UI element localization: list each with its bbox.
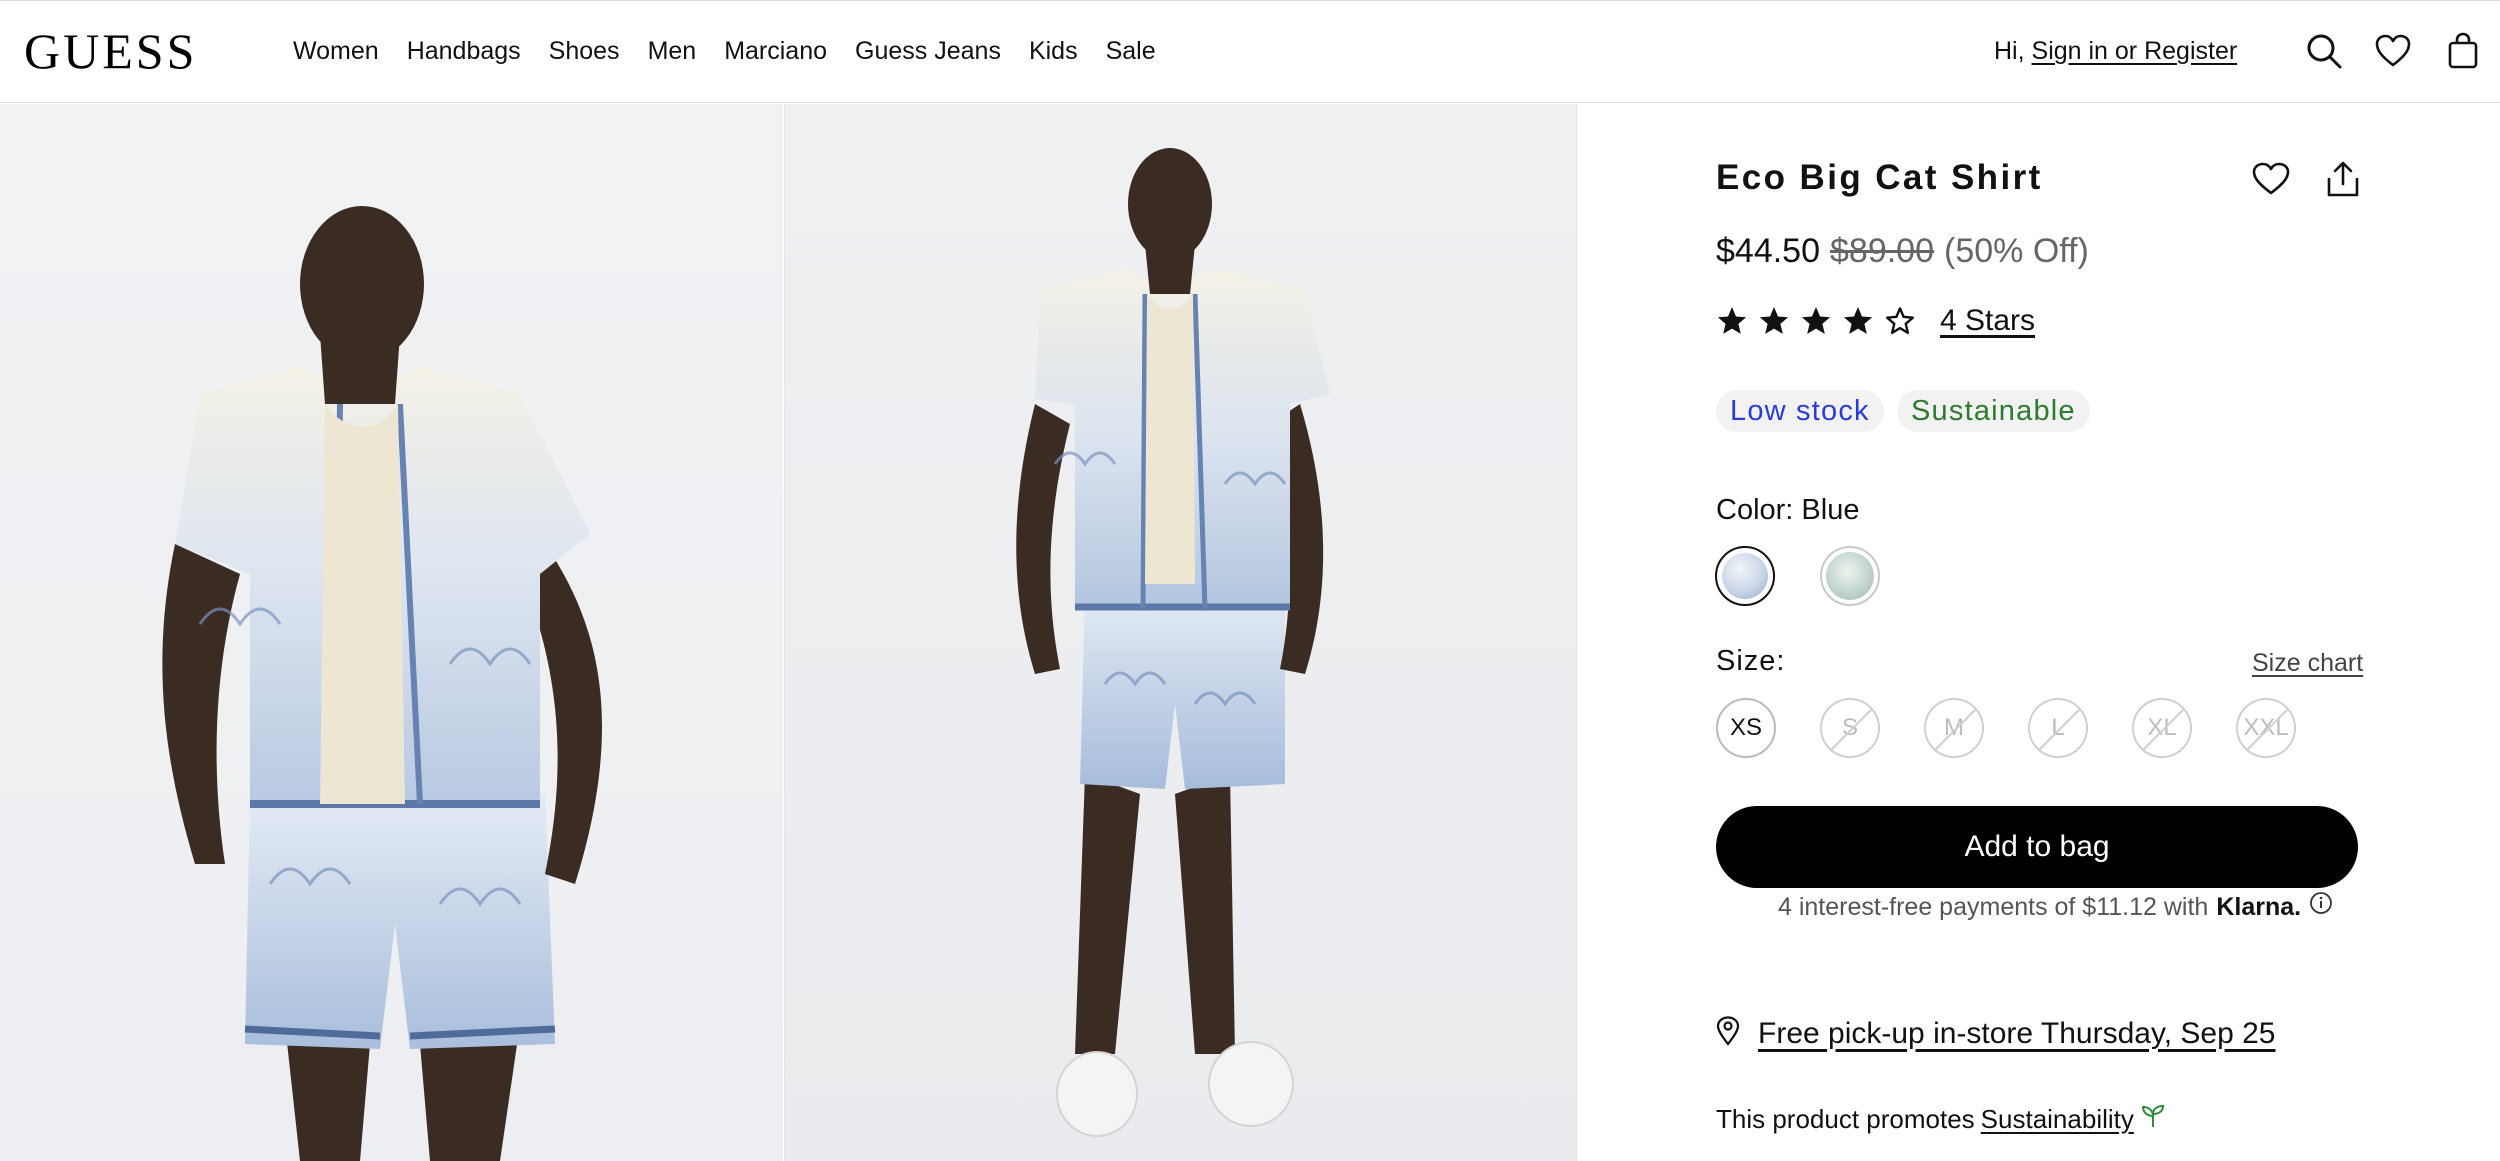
store-pickup-link[interactable]: Free pick-up in-store Thursday, Sep 25	[1758, 1017, 2275, 1051]
product-title: Eco Big Cat Shirt	[1716, 158, 2043, 197]
greeting-prefix: Hi,	[1994, 37, 2025, 65]
star-filled-icon	[1801, 307, 1831, 334]
nav-women[interactable]: Women	[293, 37, 379, 66]
nav-sale[interactable]: Sale	[1106, 37, 1156, 66]
sustainability-link[interactable]: Sustainability	[1981, 1104, 2134, 1135]
color-label: Color: Blue	[1716, 494, 1860, 526]
klarna-text: 4 interest-free payments of $11.12 with	[1778, 893, 2209, 921]
size-option-xs[interactable]: XS	[1716, 698, 1776, 758]
sign-in-link[interactable]: Sign in or Register	[2032, 37, 2238, 65]
site-header: GUESS Women Handbags Shoes Men Marciano …	[0, 0, 2500, 103]
store-pickup-row: Free pick-up in-store Thursday, Sep 25	[1716, 1016, 2275, 1051]
low-stock-badge: Low stock	[1716, 390, 1884, 432]
guess-logo[interactable]: GUESS	[24, 23, 197, 79]
size-option-l[interactable]: L	[2028, 698, 2088, 758]
location-pin-icon	[1716, 1016, 1740, 1051]
rating-row: 4 Stars	[1716, 304, 2035, 338]
nav-shoes[interactable]: Shoes	[549, 37, 620, 66]
star-filled-icon	[1717, 307, 1747, 334]
star-filled-icon	[1843, 307, 1873, 334]
add-to-bag-button[interactable]: Add to bag	[1716, 806, 2358, 888]
discount-label: (50% Off)	[1944, 232, 2089, 270]
bag-icon[interactable]	[2443, 31, 2483, 71]
sprout-icon	[2140, 1103, 2166, 1136]
klarna-message: 4 interest-free payments of $11.12 with …	[1778, 890, 2333, 924]
nav-marciano[interactable]: Marciano	[724, 37, 827, 66]
main-nav: Women Handbags Shoes Men Marciano Guess …	[293, 31, 1184, 71]
star-filled-icon	[1759, 307, 1789, 334]
info-icon[interactable]	[2309, 890, 2333, 924]
full-length-photo[interactable]	[784, 104, 1577, 1161]
front-view-photo[interactable]	[0, 104, 783, 1161]
klarna-logo: Klarna.	[2216, 893, 2302, 921]
color-swatch-green[interactable]	[1820, 546, 1880, 606]
size-option-s[interactable]: S	[1820, 698, 1880, 758]
nav-handbags[interactable]: Handbags	[407, 37, 521, 66]
original-price: $89.00	[1830, 232, 1934, 270]
account-greeting: Hi, Sign in or Register	[1994, 37, 2237, 66]
size-option-xl[interactable]: XL	[2132, 698, 2192, 758]
nav-kids[interactable]: Kids	[1029, 37, 1078, 66]
promote-text: This product promotes	[1716, 1104, 1975, 1134]
price-row: $44.50 $89.00 (50% Off)	[1716, 232, 2089, 271]
size-option-m[interactable]: M	[1924, 698, 1984, 758]
search-icon[interactable]	[2304, 31, 2344, 71]
sale-price: $44.50	[1716, 232, 1820, 270]
nav-men[interactable]: Men	[648, 37, 697, 66]
size-label: Size:	[1716, 645, 1786, 677]
share-icon[interactable]	[2320, 156, 2366, 202]
sustainable-badge: Sustainable	[1897, 390, 2090, 432]
size-option-xxl[interactable]: XXL	[2236, 698, 2296, 758]
wishlist-heart-icon[interactable]	[2248, 156, 2294, 202]
heart-icon[interactable]	[2373, 31, 2413, 71]
star-empty-icon	[1886, 307, 1914, 335]
color-swatch-blue[interactable]	[1715, 546, 1775, 606]
sustainability-note: This product promotes Sustainability	[1716, 1103, 2166, 1136]
rating-link[interactable]: 4 Stars	[1940, 304, 2035, 338]
nav-guess-jeans[interactable]: Guess Jeans	[855, 37, 1001, 66]
size-chart-link[interactable]: Size chart	[2252, 649, 2363, 678]
